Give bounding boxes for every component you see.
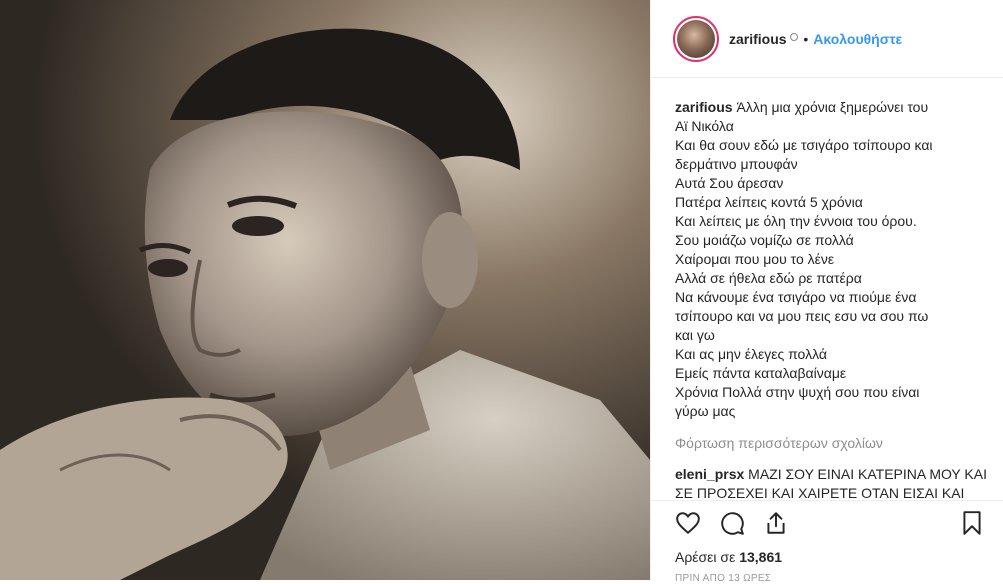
likes-prefix: Αρέσει σε <box>675 549 736 565</box>
caption-line: τσίπουρο και να μου πεις εσυ να σου πω <box>675 308 929 324</box>
caption-line: Και θα σουν εδώ με τσιγάρο τσίπουρο και <box>675 137 933 153</box>
comment-button[interactable] <box>719 510 749 540</box>
caption-line: Άλλη μια χρόνια ξημερώνει του <box>736 99 929 115</box>
caption-line: Αϊ Νικόλα <box>675 118 734 134</box>
comment-item: eleni_prsx ΜΑΖΙ ΣΟΥ ΕΙΝΑΙ ΚΑΤΕΡΙΝΑ ΜΟΥ Κ… <box>675 465 987 500</box>
caption-line: Αυτά Σου άρεσαν <box>675 175 784 191</box>
caption-line: δερμάτινο μπουφάν <box>675 156 798 172</box>
header-username[interactable]: zarifious <box>729 31 787 47</box>
caption-username[interactable]: zarifious <box>675 99 733 115</box>
caption-line: Χαίρομαι που μου το λένε <box>675 251 835 267</box>
caption-line: γύρω μας <box>675 403 736 419</box>
post-side-panel: zarifious ⭘ • Ακολουθήστε zarifious Άλλη… <box>650 0 1003 584</box>
share-button[interactable] <box>763 510 793 540</box>
caption-line: Χρόνια Πολλά στην ψυχή σου που είναι <box>675 384 920 400</box>
load-more-comments-button[interactable]: Φόρτωση περισσότερων σχολίων <box>675 434 987 453</box>
caption-line: Σου μοιάζω νομίζω σε πολλά <box>675 232 854 248</box>
action-bar <box>675 510 989 540</box>
caption-line: Πατέρα λείπεις κοντά 5 χρόνια <box>675 194 863 210</box>
bookmark-icon <box>963 511 981 535</box>
like-button[interactable] <box>675 510 705 540</box>
comment-icon <box>721 512 744 535</box>
caption-line: Εμείς πάντα καταλαβαίναμε <box>675 365 847 381</box>
post-timestamp: ΠΡΙΝ ΑΠΟ 13 ΩΡΕΣ <box>675 573 772 584</box>
instagram-post: zarifious ⭘ • Ακολουθήστε zarifious Άλλη… <box>0 0 1003 584</box>
comment-username[interactable]: eleni_prsx <box>675 466 744 482</box>
likes-count[interactable]: Αρέσει σε 13,861 <box>675 549 782 565</box>
save-button[interactable] <box>959 510 989 540</box>
post-header: zarifious ⭘ • Ακολουθήστε <box>651 0 1003 78</box>
caption-line: και γω <box>675 327 715 343</box>
caption-line: Αλλά σε ήθελα εδώ ρε πατέρα <box>675 270 862 286</box>
avatar-image <box>677 19 715 58</box>
follow-button[interactable]: Ακολουθήστε <box>813 31 902 47</box>
actions-divider <box>651 500 1003 501</box>
share-icon <box>767 512 785 534</box>
avatar[interactable] <box>673 15 719 62</box>
caption: zarifious Άλλη μια χρόνια ξημερώνει του … <box>675 98 987 421</box>
heart-icon <box>676 512 700 535</box>
portrait-image <box>0 0 650 580</box>
separator-dot: • <box>803 30 809 47</box>
caption-line: Και λείπεις με όλη την έννοια του όρου. <box>675 213 917 229</box>
caption-line: Και ας μην έλεγες πολλά <box>675 346 827 362</box>
comments-section: zarifious Άλλη μια χρόνια ξημερώνει του … <box>675 98 987 500</box>
caption-line: Να κάνουμε ένα τσιγάρο να πιούμε ένα <box>675 289 917 305</box>
post-photo[interactable] <box>0 0 650 580</box>
likes-number: 13,861 <box>739 549 783 565</box>
verified-badge-icon: ⭘ <box>789 32 799 44</box>
